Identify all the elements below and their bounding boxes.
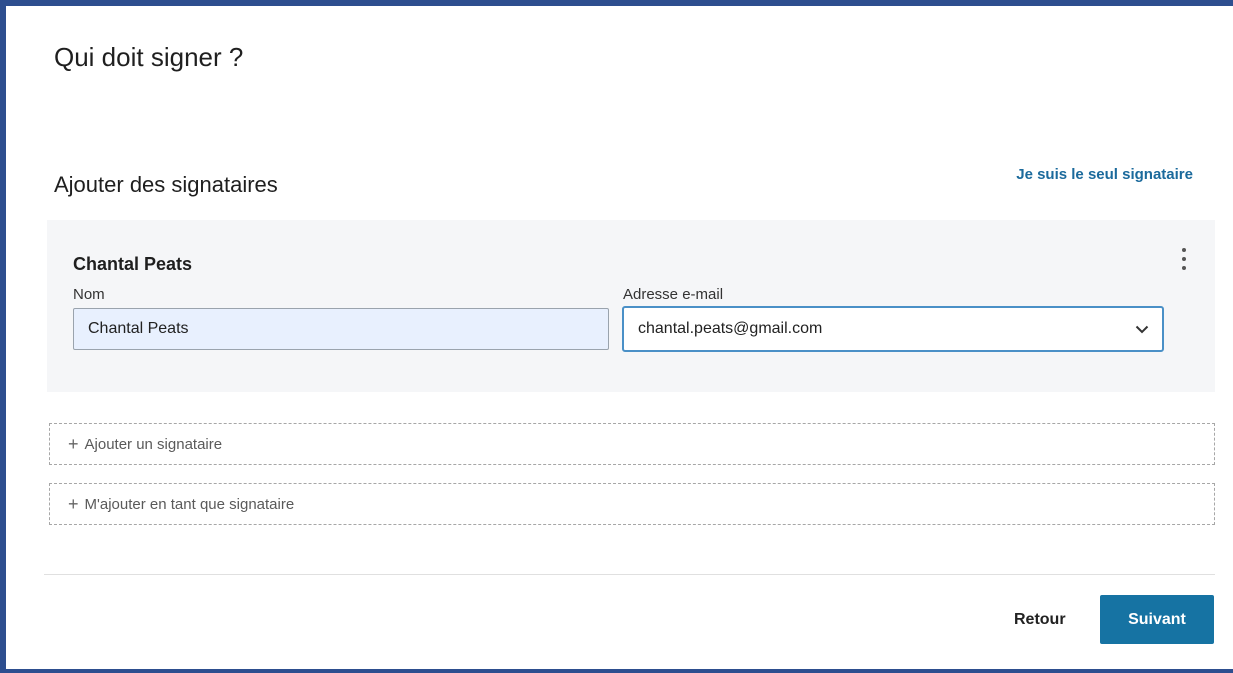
signer-name-heading: Chantal Peats — [73, 254, 193, 274]
add-me-as-signer-button[interactable]: + M'ajouter en tant que signataire — [49, 483, 1215, 525]
page-title: Qui doit signer ? — [54, 42, 244, 72]
plus-icon: + — [68, 494, 79, 514]
add-signer-label: Ajouter un signataire — [84, 435, 223, 453]
section-title: Ajouter des signataires — [54, 172, 278, 197]
email-label: Adresse e-mail — [623, 286, 724, 303]
dialog: Qui doit signer ? Ajouter des signataire… — [0, 0, 1233, 673]
add-signer-button[interactable]: + Ajouter un signataire — [49, 423, 1215, 465]
email-input[interactable] — [624, 308, 1122, 350]
next-button[interactable]: Suivant — [1100, 595, 1214, 644]
email-combobox[interactable] — [622, 306, 1164, 352]
only-signer-link[interactable]: Je suis le seul signataire — [1016, 166, 1193, 183]
footer-divider — [44, 574, 1215, 575]
more-options-icon[interactable] — [1179, 248, 1189, 270]
chevron-down-icon[interactable] — [1122, 308, 1162, 350]
signer-card: Chantal Peats Nom Adresse e-mail — [47, 220, 1215, 392]
add-me-label: M'ajouter en tant que signataire — [84, 495, 295, 513]
name-label: Nom — [73, 286, 105, 303]
back-button[interactable]: Retour — [996, 596, 1084, 644]
plus-icon: + — [68, 434, 79, 454]
name-input[interactable] — [73, 308, 609, 350]
